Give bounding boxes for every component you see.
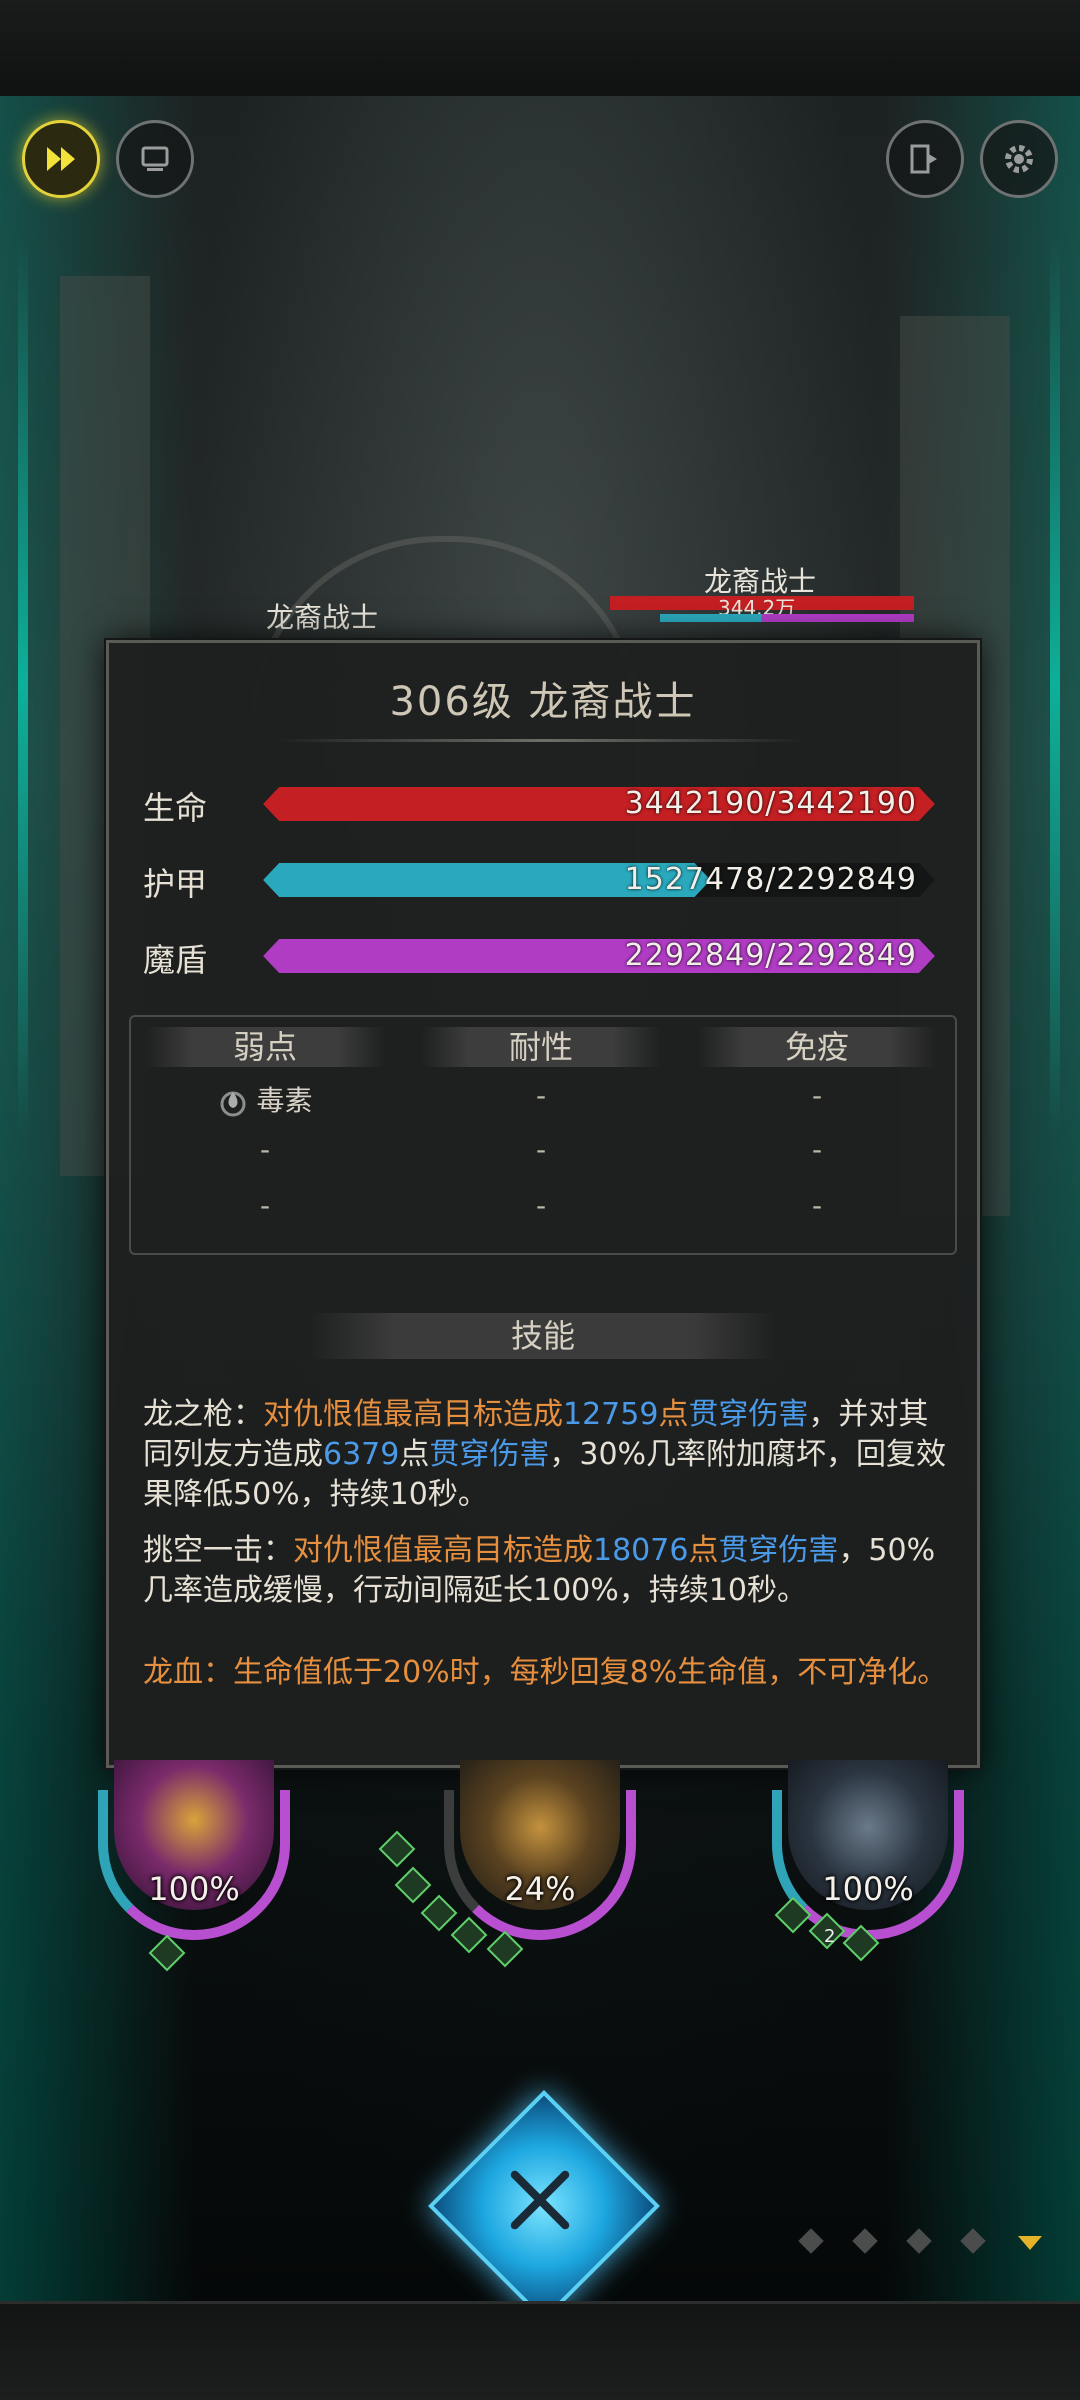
hp-value: 3442190/3442190 xyxy=(624,786,917,821)
buff-stack-count: 2 xyxy=(824,1926,836,1947)
stat-label: 生命 xyxy=(143,789,208,827)
weakness-value: 毒素 xyxy=(256,1084,313,1117)
resist-header: 耐性 xyxy=(421,1027,661,1067)
panel-title: 306级 龙裔战士 xyxy=(389,679,697,725)
bottom-frame xyxy=(0,2301,1080,2400)
fast-forward-button[interactable] xyxy=(22,120,100,198)
hero-slot-2[interactable]: 24% xyxy=(378,1760,660,1968)
hero-energy: 24% xyxy=(504,1870,576,1908)
skill-text: 点 xyxy=(688,1533,719,1568)
armor-bar: 1527478/2292849 xyxy=(263,863,935,897)
stat-hp: 生命 3442190/3442190 xyxy=(143,783,963,827)
skill-text: 点 xyxy=(399,1437,430,1472)
gear-icon xyxy=(1005,145,1033,173)
resist-cell: - xyxy=(535,1079,547,1112)
weakness-cell: 毒素 xyxy=(145,1079,385,1119)
skill-text: 对仇恨值最高目标造成 xyxy=(263,1397,563,1432)
skill-dragon-spear: 龙之枪：对仇恨值最高目标造成12759点贯穿伤害，并对其同列友方造成6379点贯… xyxy=(143,1395,953,1515)
skill-uplift-strike: 挑空一击：对仇恨值最高目标造成18076点贯穿伤害，50%几率造成缓慢，行动间隔… xyxy=(143,1531,953,1611)
resist-cell: - xyxy=(535,1189,547,1222)
damage-type: 贯穿伤害 xyxy=(688,1397,809,1432)
armor-value: 1527478/2292849 xyxy=(624,862,917,897)
enemy-info-panel: 306级 龙裔战士 生命 3442190/3442190 护甲 1527478/… xyxy=(106,640,980,1768)
skill-text: 点 xyxy=(658,1397,689,1432)
skill-text: 对仇恨值最高目标造成 xyxy=(293,1533,593,1568)
page-indicator-active[interactable] xyxy=(1018,2236,1042,2250)
hero-energy: 100% xyxy=(822,1870,914,1908)
weakness-cell: - xyxy=(259,1133,271,1166)
fast-forward-icon xyxy=(47,147,75,171)
immune-cell: - xyxy=(811,1133,823,1166)
settings-button[interactable] xyxy=(980,120,1058,198)
hero-slot-3[interactable]: 100% 2 xyxy=(748,1760,988,1962)
left-glow xyxy=(18,236,28,1136)
hero-slot-1[interactable]: 100% xyxy=(74,1760,314,1972)
title-divider xyxy=(279,739,807,742)
weakness-cell: - xyxy=(259,1189,271,1222)
poison-icon xyxy=(220,1091,246,1117)
auto-battle-icon xyxy=(141,146,169,171)
auto-battle-button[interactable] xyxy=(116,120,194,198)
resistance-table: 弱点 耐性 免疫 毒素 - - - - - - - - xyxy=(129,1015,957,1255)
hero-ring xyxy=(444,1790,636,1940)
hero-energy: 100% xyxy=(148,1870,240,1908)
skills-header: 技能 xyxy=(309,1313,777,1359)
enemy-name-left: 龙裔战士 xyxy=(266,601,379,634)
resist-cell: - xyxy=(535,1133,547,1166)
close-icon xyxy=(490,2150,590,2250)
hero-ring xyxy=(98,1790,290,1940)
damage-number: 6379 xyxy=(323,1437,400,1472)
buff-icon xyxy=(450,1916,488,1954)
immune-cell: - xyxy=(811,1079,823,1112)
skill-dragon-blood: 龙血：生命值低于20%时，每秒回复8%生命值，不可净化。 xyxy=(143,1655,948,1690)
immune-header: 免疫 xyxy=(697,1027,937,1067)
top-frame xyxy=(0,0,1080,99)
skill-name: 挑空一击： xyxy=(143,1533,293,1568)
right-glow xyxy=(1050,236,1060,1136)
stat-label: 魔盾 xyxy=(143,941,208,979)
exit-button[interactable] xyxy=(886,120,964,198)
magic-shield-bar: 2292849/2292849 xyxy=(263,939,935,973)
stat-label: 护甲 xyxy=(143,865,208,903)
damage-type: 贯穿伤害 xyxy=(718,1533,839,1568)
magic-shield-value: 2292849/2292849 xyxy=(624,938,917,973)
weakness-header: 弱点 xyxy=(145,1027,385,1067)
immune-cell: - xyxy=(811,1189,823,1222)
damage-type: 贯穿伤害 xyxy=(429,1437,550,1472)
damage-number: 12759 xyxy=(563,1397,659,1432)
hp-bar: 3442190/3442190 xyxy=(263,787,935,821)
stat-armor: 护甲 1527478/2292849 xyxy=(143,859,963,903)
enemy-shield-bar xyxy=(660,614,914,622)
exit-icon xyxy=(910,144,937,174)
stat-magic-shield: 魔盾 2292849/2292849 xyxy=(143,935,963,979)
damage-number: 18076 xyxy=(593,1533,689,1568)
skill-name: 龙之枪： xyxy=(143,1397,263,1432)
